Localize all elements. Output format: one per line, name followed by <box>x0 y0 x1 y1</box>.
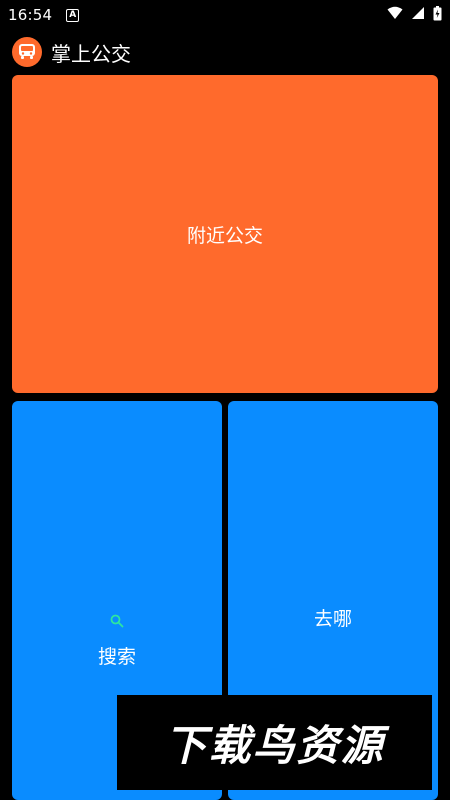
cell-signal-icon <box>411 6 425 24</box>
bus-icon <box>12 37 42 67</box>
status-time: 16:54 <box>8 6 53 24</box>
status-icons <box>387 5 442 25</box>
search-label: 搜索 <box>97 645 136 668</box>
nearby-bus-label: 附近公交 <box>186 224 263 247</box>
nearby-bus-tile[interactable]: 附近公交 <box>12 75 438 393</box>
app-bar: 掌上公交 <box>0 30 450 74</box>
watermark-text: 下载鸟资源 <box>164 721 385 770</box>
notification-a-icon: A <box>66 8 80 22</box>
watermark: 下载鸟资源 <box>117 695 432 790</box>
app-title: 掌上公交 <box>51 41 131 66</box>
where-to-label: 去哪 <box>313 608 352 630</box>
search-icon <box>110 613 124 632</box>
status-bar: 16:54 A <box>0 0 450 30</box>
wifi-icon <box>387 6 403 24</box>
battery-icon <box>433 5 442 25</box>
